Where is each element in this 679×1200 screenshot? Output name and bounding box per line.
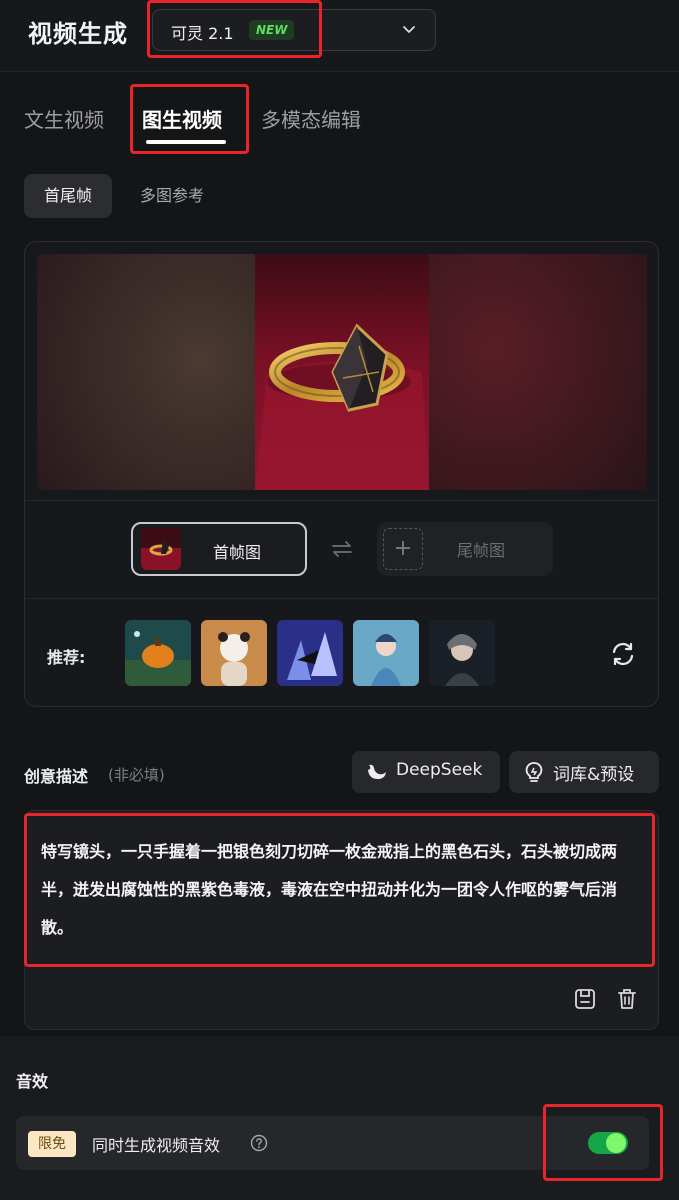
frame-upload-card: 首帧图 + 尾帧图 推荐: <box>24 241 659 707</box>
lightbulb-icon <box>525 762 543 782</box>
model-select-dropdown[interactable]: 可灵 2.1 NEW <box>152 9 436 51</box>
lexicon-preset-label: 词库&预设 <box>553 765 635 785</box>
model-name: 可灵 2.1 <box>171 24 234 43</box>
first-frame-thumbnail <box>141 528 181 570</box>
tab-text-to-video[interactable]: 文生视频 <box>24 104 104 133</box>
divider <box>25 500 658 501</box>
audio-section: 音效 限免 同时生成视频音效 <box>0 1036 679 1200</box>
active-tab-indicator <box>146 140 226 144</box>
frame-preview[interactable] <box>37 254 647 490</box>
deepseek-whale-icon <box>368 764 386 779</box>
page-title: 视频生成 <box>28 20 128 48</box>
prompt-optional-hint: (非必填) <box>108 766 165 784</box>
deepseek-label: DeepSeek <box>396 760 483 780</box>
prompt-text: 特写镜头，一只手握着一把银色刻刀切碎一枚金戒指上的黑色石头，石头被切成两半，迸发… <box>41 842 618 937</box>
help-icon[interactable] <box>250 1134 268 1152</box>
audio-option-row: 限免 同时生成视频音效 <box>16 1116 649 1170</box>
recommend-thumbnail[interactable] <box>353 620 419 686</box>
recommend-thumbnail[interactable] <box>429 620 495 686</box>
tab-image-to-video[interactable]: 图生视频 <box>142 104 222 133</box>
ring-preview-image <box>37 254 647 490</box>
swap-icon[interactable] <box>331 540 353 558</box>
audio-section-title: 音效 <box>16 1072 49 1091</box>
save-icon[interactable] <box>573 987 597 1011</box>
recommend-label: 推荐: <box>47 648 86 667</box>
trash-icon[interactable] <box>615 987 639 1011</box>
subtab-first-last-frame[interactable]: 首尾帧 <box>24 174 112 218</box>
recommend-thumbnail[interactable] <box>277 620 343 686</box>
new-badge: NEW <box>249 20 295 40</box>
audio-toggle-switch[interactable] <box>588 1132 628 1154</box>
deepseek-button[interactable]: DeepSeek <box>352 751 500 793</box>
chevron-down-icon <box>403 26 415 33</box>
first-frame-label: 首帧图 <box>213 543 262 562</box>
tab-multimodal-edit[interactable]: 多模态编辑 <box>261 104 361 133</box>
toggle-knob <box>606 1133 626 1153</box>
lexicon-preset-button[interactable]: 词库&预设 <box>509 751 659 793</box>
prompt-textarea[interactable]: 特写镜头，一只手握着一把银色刻刀切碎一枚金戒指上的黑色石头，石头被切成两半，迸发… <box>24 810 659 1030</box>
subtab-multi-image-reference[interactable]: 多图参考 <box>140 174 204 218</box>
recommend-thumbnail[interactable] <box>125 620 191 686</box>
prompt-label: 创意描述 <box>24 767 89 786</box>
divider <box>25 598 658 599</box>
free-limited-badge: 限免 <box>28 1131 76 1157</box>
last-frame-label: 尾帧图 <box>457 541 506 560</box>
first-frame-button[interactable]: 首帧图 <box>131 522 307 576</box>
header-bar: 视频生成 可灵 2.1 NEW <box>0 0 679 72</box>
plus-icon: + <box>383 528 423 570</box>
generate-audio-label: 同时生成视频音效 <box>92 1136 221 1155</box>
refresh-icon[interactable] <box>609 640 637 668</box>
recommend-thumbnail[interactable] <box>201 620 267 686</box>
last-frame-button[interactable]: + 尾帧图 <box>377 522 553 576</box>
